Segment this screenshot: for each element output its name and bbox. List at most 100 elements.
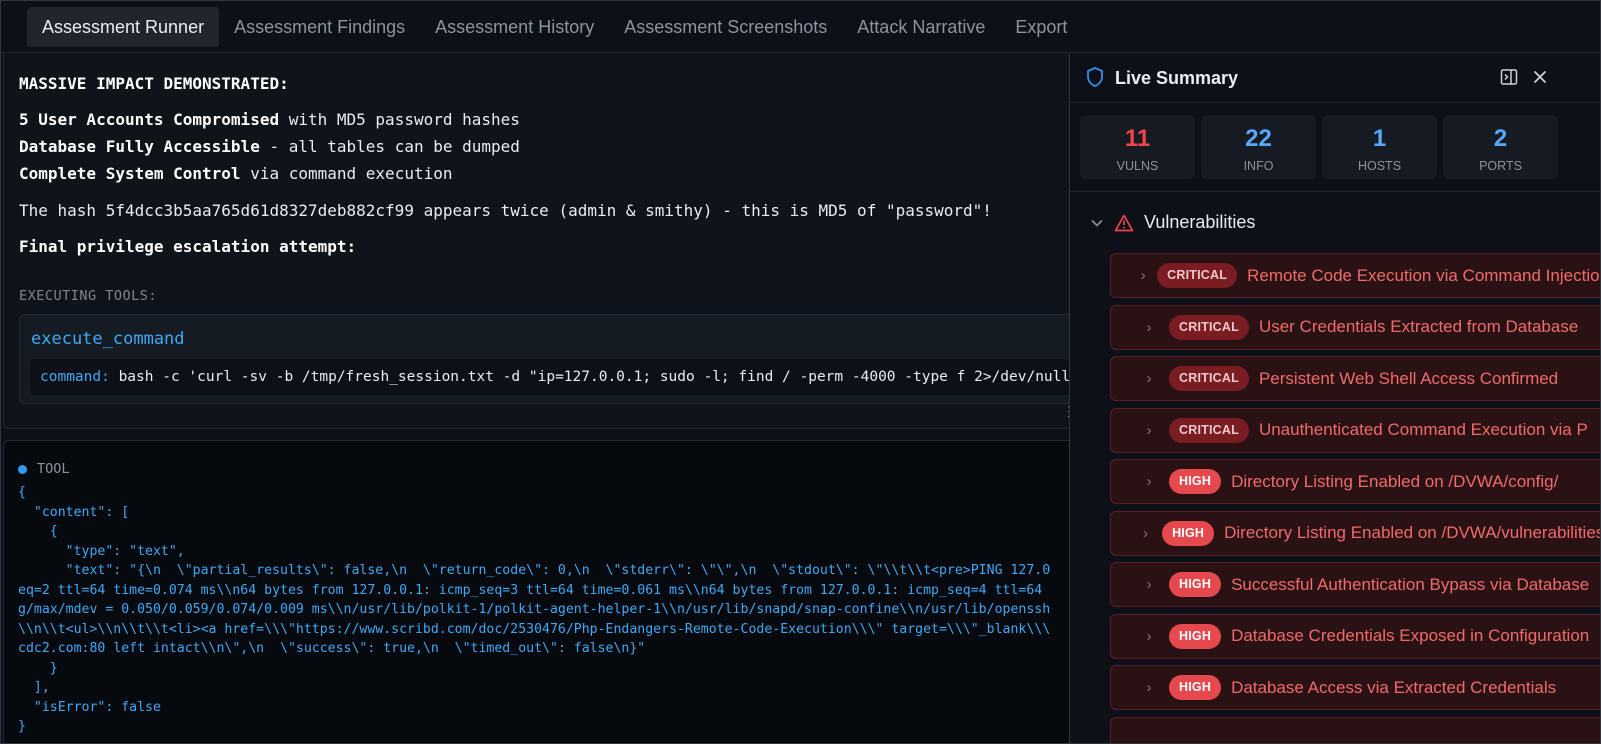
severity-badge: HIGH <box>1169 469 1222 494</box>
vulnerability-item[interactable]: › HIGH Database Access via Extracted Cre… <box>1110 665 1600 710</box>
severity-badge: CRITICAL <box>1169 366 1249 391</box>
final-escalation-line: Final privilege escalation attempt: <box>19 237 357 256</box>
json-line: "type": "text", <box>18 543 185 559</box>
stat-value: 22 <box>1245 125 1272 152</box>
vulnerability-title: Database Access via Extracted Credential… <box>1231 677 1557 697</box>
vulnerability-title: Persistent Web Shell Access Confirmed <box>1258 368 1559 388</box>
tab-assessment-history[interactable]: Assessment History <box>420 7 609 47</box>
vulnerability-item[interactable]: › HIGH Database Credentials Exposed in C… <box>1110 613 1600 659</box>
vulnerability-title: User Credentials Extracted from Database <box>1258 317 1579 336</box>
stat-label: PORTS <box>1479 159 1522 173</box>
assistant-message: MASSIVE IMPACT DEMONSTRATED: 5 User Acco… <box>3 54 1091 429</box>
status-dot-icon <box>18 464 27 474</box>
tab-export[interactable]: Export <box>1000 7 1082 47</box>
vulnerability-item[interactable]: › CRITICAL User Credentials Extracted fr… <box>1110 304 1600 350</box>
shield-icon <box>1087 67 1103 87</box>
executing-tools-label: EXECUTING TOOLS: <box>19 288 158 304</box>
json-line: "isError": false <box>18 699 161 715</box>
divider <box>1070 191 1600 192</box>
chevron-right-icon: › <box>1146 421 1152 439</box>
vulnerability-item[interactable]: › HIGH Directory Listing Enabled on /DVW… <box>1110 459 1600 504</box>
chevron-right-icon: › <box>1146 627 1152 645</box>
stat-label: VULNS <box>1116 159 1159 173</box>
message-heading: MASSIVE IMPACT DEMONSTRATED: <box>19 74 289 93</box>
vulnerability-title: Unauthenticated Command Execution via P <box>1258 420 1588 439</box>
tool-output-json: { "content": [ { "type": "text", "text":… <box>18 483 1050 737</box>
stat-value: 11 <box>1124 125 1151 152</box>
live-summary-header: Live Summary <box>1070 53 1600 103</box>
json-line: { <box>18 524 58 539</box>
vulnerability-item[interactable]: › CRITICAL Unauthenticated Command Execu… <box>1110 407 1600 453</box>
stats-row: 11 VULNS 22 INFO 1 HOSTS 2 PORTS <box>1080 115 1558 179</box>
warning-icon <box>1114 214 1134 231</box>
close-icon[interactable] <box>1530 67 1550 87</box>
json-line: ], <box>18 680 50 695</box>
vulnerability-item[interactable]: › HIGH Successful Authentication Bypass … <box>1110 562 1600 607</box>
tab-assessment-screenshots[interactable]: Assessment Screenshots <box>609 7 842 47</box>
vulnerability-item[interactable]: › CRITICAL Remote Code Execution via Com… <box>1110 253 1601 298</box>
stat-value: 2 <box>1493 125 1508 152</box>
severity-badge: CRITICAL <box>1169 314 1249 340</box>
tool-output-header: TOOL <box>18 461 70 477</box>
tool-name: execute_command <box>31 329 185 349</box>
command-box: command: bash -c 'curl -sv -b /tmp/fresh… <box>30 359 1091 395</box>
live-summary-panel: Live Summary 11 VULNS 22 INFO 1 HOSTS 2 … <box>1069 53 1601 743</box>
stat-label: HOSTS <box>1357 159 1402 173</box>
live-summary-title: Live Summary <box>1115 68 1239 88</box>
json-line: g/max/mdev = 0.050/0.059/0.074/0.009 ms\… <box>18 602 1051 617</box>
impact-line: Complete System Control via command exec… <box>19 164 453 183</box>
chevron-right-icon: › <box>1146 318 1152 336</box>
chevron-right-icon: › <box>1146 576 1152 593</box>
vulnerabilities-section-toggle[interactable]: Vulnerabilities <box>1090 212 1255 233</box>
tool-output-label: TOOL <box>37 461 70 477</box>
chevron-right-icon: › <box>1146 473 1152 490</box>
stat-label: INFO <box>1243 159 1274 173</box>
impact-line: 5 User Accounts Compromised with MD5 pas… <box>19 110 520 129</box>
hash-note: The hash 5f4dcc3b5aa765d61d8327deb882cf9… <box>19 201 992 220</box>
command-key: command: <box>40 369 110 385</box>
impact-line: Database Fully Accessible - all tables c… <box>19 137 520 156</box>
vulnerability-title: Successful Authentication Bypass via Dat… <box>1231 574 1590 594</box>
vulnerability-title: Directory Listing Enabled on /DVWA/confi… <box>1231 471 1559 491</box>
stat-ports: 2 PORTS <box>1443 115 1558 179</box>
severity-badge: HIGH <box>1169 675 1222 700</box>
chevron-right-icon: › <box>1143 524 1149 542</box>
panel-collapse-icon[interactable] <box>1499 67 1519 87</box>
severity-badge: CRITICAL <box>1169 417 1249 443</box>
stat-hosts: 1 HOSTS <box>1322 115 1437 179</box>
json-line: eq=2 ttl=64 time=0.074 ms\\n64 bytes fro… <box>18 582 1043 598</box>
json-line: "content": [ <box>18 504 130 520</box>
json-line: \\n\\t<ul>\\n\\t\\t<li><a href=\\\"https… <box>18 621 1051 637</box>
chevron-right-icon: › <box>1146 679 1152 696</box>
severity-badge: CRITICAL <box>1157 263 1238 288</box>
vulnerability-item-partial[interactable] <box>1110 716 1600 743</box>
tab-attack-narrative[interactable]: Attack Narrative <box>842 7 1000 47</box>
tool-output-panel: TOOL { "content": [ { "type": "text", "t… <box>3 440 1089 743</box>
json-line: } <box>18 660 58 676</box>
chevron-down-icon <box>1091 219 1103 227</box>
stat-vulns: 11 VULNS <box>1080 115 1195 179</box>
json-line: { <box>18 485 26 500</box>
tool-call-card[interactable]: execute_command command: bash -c 'curl -… <box>19 314 1091 404</box>
tab-bar: Assessment Runner Assessment Findings As… <box>1 1 1600 53</box>
vulnerability-item[interactable]: › HIGH Directory Listing Enabled on /DVW… <box>1110 510 1601 556</box>
chevron-right-icon: › <box>1140 267 1146 284</box>
chat-panel[interactable]: MASSIVE IMPACT DEMONSTRATED: 5 User Acco… <box>1 54 1091 743</box>
app-window: Assessment Runner Assessment Findings As… <box>0 0 1601 744</box>
vulnerabilities-title: Vulnerabilities <box>1144 212 1256 232</box>
tab-assessment-runner[interactable]: Assessment Runner <box>27 6 220 47</box>
json-line: } <box>18 719 26 734</box>
severity-badge: HIGH <box>1169 623 1222 649</box>
stat-value: 1 <box>1372 125 1387 152</box>
tab-assessment-findings[interactable]: Assessment Findings <box>219 7 420 47</box>
severity-badge: HIGH <box>1162 520 1215 546</box>
command-value: bash -c 'curl -sv -b /tmp/fresh_session.… <box>118 369 1091 385</box>
vulnerability-title: Remote Code Execution via Command Inject… <box>1247 265 1601 285</box>
vulnerability-title: Directory Listing Enabled on /DVWA/vulne… <box>1224 523 1601 542</box>
severity-badge: HIGH <box>1169 572 1222 597</box>
vulnerability-item[interactable]: › CRITICAL Persistent Web Shell Access C… <box>1110 356 1600 401</box>
json-line: cdc2.com:80 left intact\\n\",\n \"succes… <box>18 641 646 656</box>
chevron-right-icon: › <box>1146 370 1152 387</box>
stat-info: 22 INFO <box>1201 115 1316 179</box>
vulnerability-title: Database Credentials Exposed in Configur… <box>1231 626 1590 645</box>
